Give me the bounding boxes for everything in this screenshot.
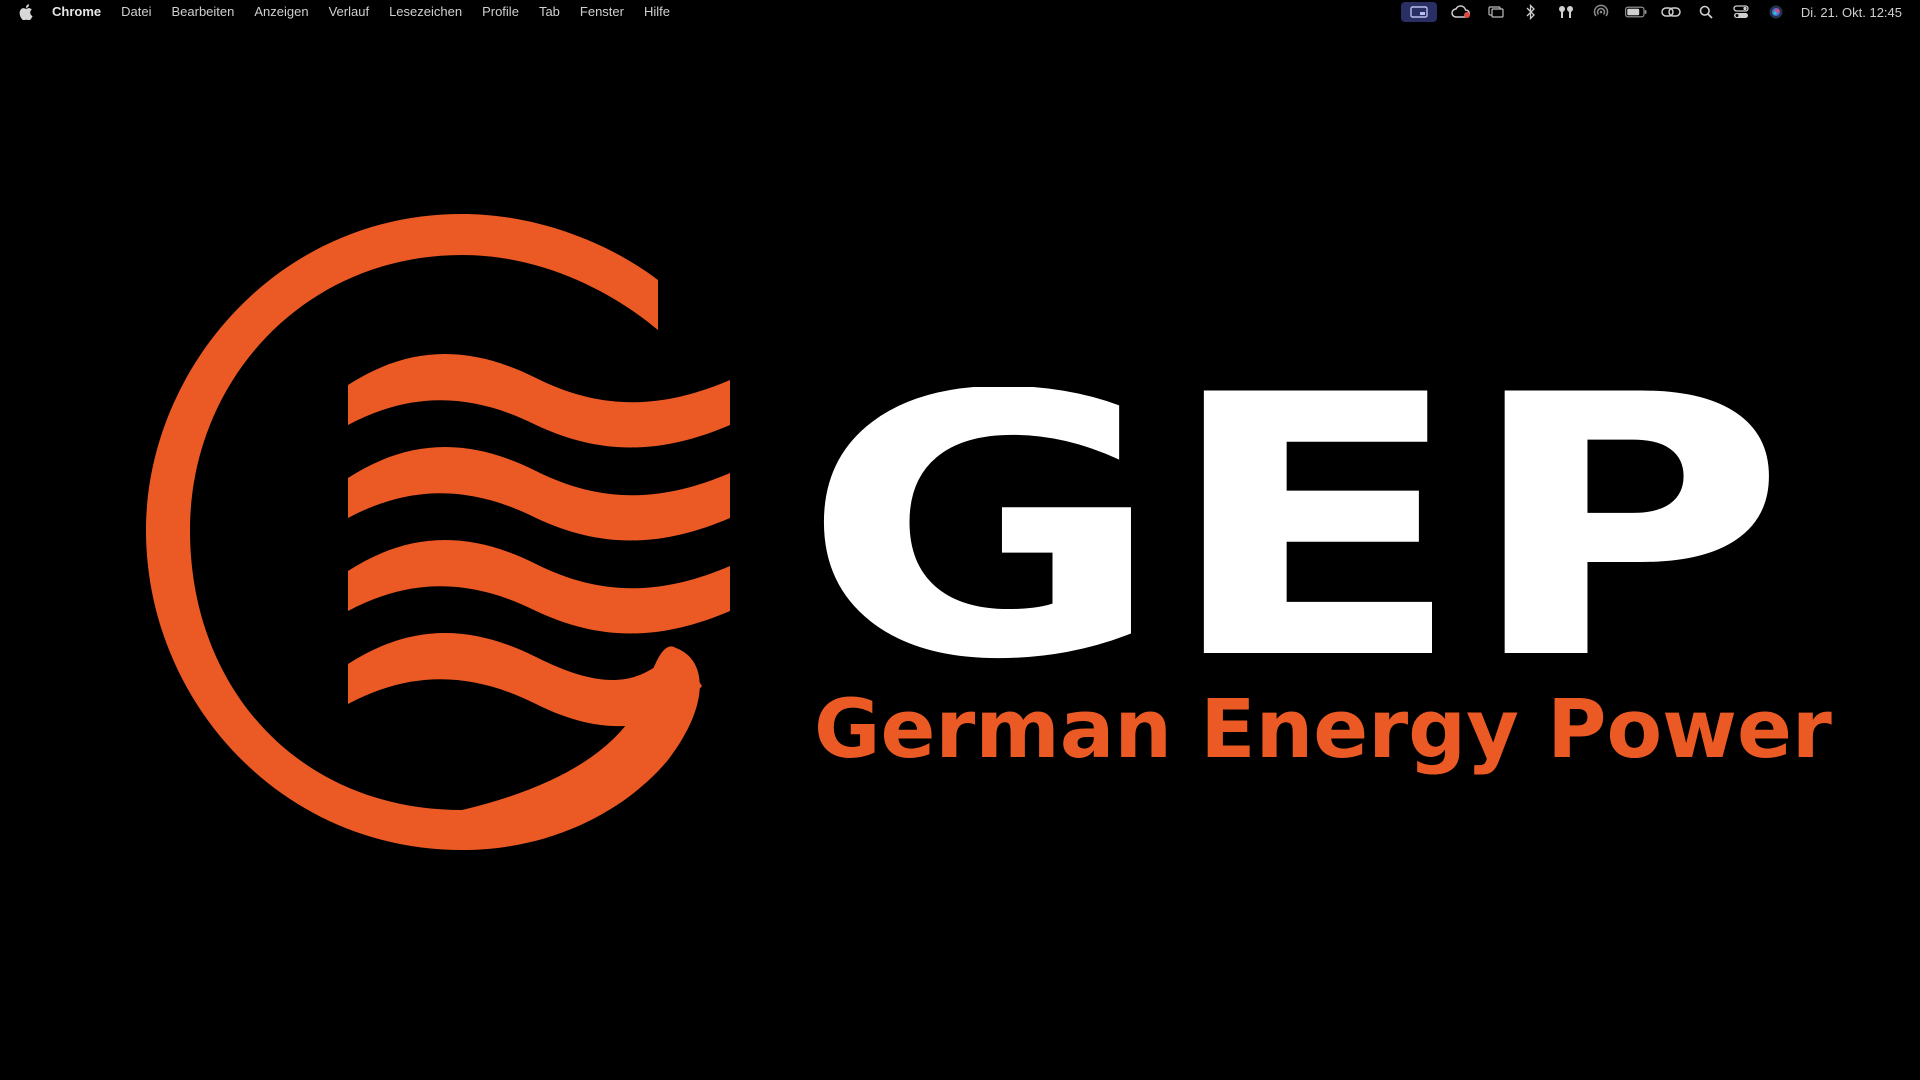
menu-bar-clock[interactable]: Di. 21. Okt. 12:45 — [1801, 5, 1902, 20]
menu-datei[interactable]: Datei — [121, 0, 151, 24]
menu-profile[interactable]: Profile — [482, 0, 519, 24]
wordmark-text: GEP — [802, 387, 1787, 667]
logo-canvas: GEP German Energy Power — [0, 24, 1920, 1080]
apple-icon[interactable] — [18, 2, 34, 22]
menu-bar: Chrome Datei Bearbeiten Anzeigen Verlauf… — [0, 0, 1920, 24]
siri-icon[interactable] — [1765, 0, 1787, 24]
menu-app-chrome[interactable]: Chrome — [52, 0, 101, 24]
battery-icon[interactable] — [1624, 0, 1647, 24]
menu-verlauf[interactable]: Verlauf — [329, 0, 369, 24]
menu-hilfe[interactable]: Hilfe — [644, 0, 670, 24]
creative-cloud-icon[interactable] — [1450, 0, 1472, 24]
screen-share-icon[interactable] — [1400, 2, 1437, 22]
control-center-icon[interactable] — [1730, 0, 1752, 24]
link-icon[interactable] — [1660, 0, 1682, 24]
menu-bar-left: Chrome Datei Bearbeiten Anzeigen Verlauf… — [0, 0, 690, 24]
airplay-icon[interactable] — [1590, 0, 1612, 24]
search-icon[interactable] — [1695, 0, 1717, 24]
emblem-waves — [348, 354, 730, 727]
logo-tagline: German Energy Power — [814, 683, 1832, 777]
menu-bar-status-area: Di. 21. Okt. 12:45 — [1400, 0, 1902, 24]
menu-fenster[interactable]: Fenster — [580, 0, 624, 24]
menu-anzeigen[interactable]: Anzeigen — [254, 0, 308, 24]
airpods-icon[interactable] — [1555, 0, 1577, 24]
bluetooth-icon[interactable] — [1520, 0, 1542, 24]
gep-wordmark: GEP — [802, 387, 1787, 667]
menu-tab[interactable]: Tab — [539, 0, 560, 24]
menu-bearbeiten[interactable]: Bearbeiten — [171, 0, 234, 24]
window-icon[interactable] — [1485, 0, 1507, 24]
menu-lesezeichen[interactable]: Lesezeichen — [389, 0, 462, 24]
